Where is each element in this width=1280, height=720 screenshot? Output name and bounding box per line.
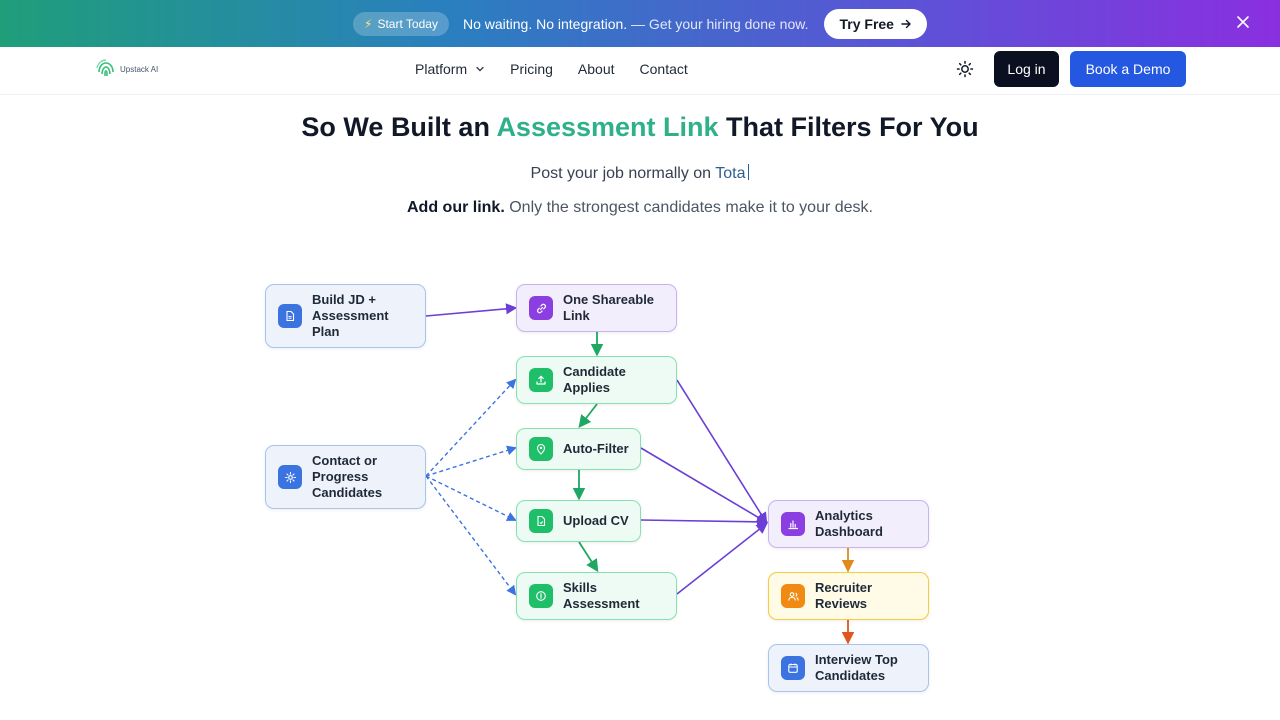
node-interview-top-label: Interview Top Candidates <box>815 652 898 683</box>
node-build-jd-label: Build JD + Assessment Plan <box>312 292 389 339</box>
close-icon[interactable] <box>1236 13 1250 33</box>
headline-post: That Filters For You <box>726 112 979 142</box>
node-recruiter-reviews-label: Recruiter Reviews <box>815 580 873 611</box>
nav-link-platform-label: Platform <box>415 61 468 77</box>
node-skills-assessment-label: Skills Assessment <box>563 580 640 611</box>
banner-message-bold: No waiting. No integration. <box>462 15 628 32</box>
node-contact-progress: Contact or Progress Candidates <box>265 445 426 509</box>
node-analytics-dashboard: Analytics Dashboard <box>768 500 929 548</box>
logo-text: Upstack AI <box>120 64 159 74</box>
edge-skills-to-analytics <box>676 522 768 595</box>
document-icon <box>278 304 302 328</box>
typing-caret <box>748 164 750 180</box>
sun-icon[interactable] <box>956 60 974 78</box>
edge-filter-to-analytics <box>640 447 768 524</box>
tagline-rest: Only the strongest candidates make it to… <box>509 199 873 216</box>
node-skills-assessment: Skills Assessment <box>516 572 677 620</box>
edge-cv-to-analytics <box>640 516 769 528</box>
bar-chart-icon <box>781 512 805 536</box>
arrow-right-icon <box>901 19 911 28</box>
headline-pre: So We Built an <box>301 112 490 142</box>
node-analytics-dashboard-label: Analytics Dashboard <box>815 508 883 539</box>
node-shareable-link-label: One Shareable Link <box>563 292 655 323</box>
start-today-pill[interactable]: ⚡ Start Today <box>353 11 449 36</box>
edge-build-to-link <box>425 303 518 317</box>
file-icon <box>529 509 553 533</box>
top-navigation: Upstack AI Platform Pricing About Contac… <box>0 47 1280 95</box>
location-pin-icon <box>529 437 553 461</box>
upload-icon <box>529 368 553 392</box>
banner-message: No waiting. No integration. — Get your h… <box>463 16 809 32</box>
users-icon <box>781 584 805 608</box>
node-contact-progress-label: Contact or Progress Candidates <box>312 453 383 500</box>
edge-applies-to-filter <box>578 403 598 428</box>
node-candidate-applies-label: Candidate Applies <box>563 364 626 395</box>
node-upload-cv: Upload CV <box>516 500 641 542</box>
announcement-banner: ⚡ Start Today No waiting. No integration… <box>0 0 1280 47</box>
tagline-bold: Add our link. <box>407 199 505 216</box>
headline-accent: Assessment Link <box>496 112 719 142</box>
nav-link-about[interactable]: About <box>578 61 615 77</box>
edge-contact-to-filter <box>425 445 517 477</box>
logo[interactable]: Upstack AI <box>95 58 158 80</box>
subline-pre: Post your job normally on <box>530 165 712 182</box>
skills-icon <box>529 584 553 608</box>
node-upload-cv-label: Upload CV <box>563 513 629 528</box>
log-in-button[interactable]: Log in <box>994 51 1059 87</box>
node-build-jd: Build JD + Assessment Plan <box>265 284 426 348</box>
subline-typed: Tota <box>715 165 746 182</box>
chevron-down-icon <box>476 66 484 72</box>
link-icon <box>529 296 553 320</box>
edge-applies-to-analytics <box>676 379 768 524</box>
node-auto-filter-label: Auto-Filter <box>563 441 629 456</box>
start-today-label: Start Today <box>377 16 438 31</box>
book-demo-button[interactable]: Book a Demo <box>1070 51 1186 87</box>
fingerprint-logo-icon <box>96 59 114 77</box>
node-shareable-link: One Shareable Link <box>516 284 677 332</box>
hero-subline: Post your job normally on Tota <box>0 164 1280 183</box>
edge-contact-to-skills <box>425 475 517 596</box>
node-candidate-applies: Candidate Applies <box>516 356 677 404</box>
gear-icon <box>278 465 302 489</box>
nav-link-platform[interactable]: Platform <box>415 61 485 77</box>
node-auto-filter: Auto-Filter <box>516 428 641 470</box>
nav-link-pricing[interactable]: Pricing <box>510 61 553 77</box>
try-free-button[interactable]: Try Free <box>824 8 927 39</box>
try-free-label: Try Free <box>839 15 894 32</box>
edge-cv-to-skills <box>578 541 599 573</box>
nav-link-contact[interactable]: Contact <box>640 61 688 77</box>
edge-contact-to-applies <box>425 378 517 477</box>
banner-message-rest: — Get your hiring done now. <box>631 15 809 32</box>
lightning-icon: ⚡ <box>364 16 373 31</box>
nav-links: Platform Pricing About Contact <box>415 61 713 77</box>
hero-headline: So We Built an Assessment Link That Filt… <box>0 112 1280 143</box>
node-interview-top: Interview Top Candidates <box>768 644 929 692</box>
edge-contact-to-cv <box>425 475 517 521</box>
hero-tagline: Add our link. Only the strongest candida… <box>0 199 1280 217</box>
node-recruiter-reviews: Recruiter Reviews <box>768 572 929 620</box>
calendar-icon <box>781 656 805 680</box>
